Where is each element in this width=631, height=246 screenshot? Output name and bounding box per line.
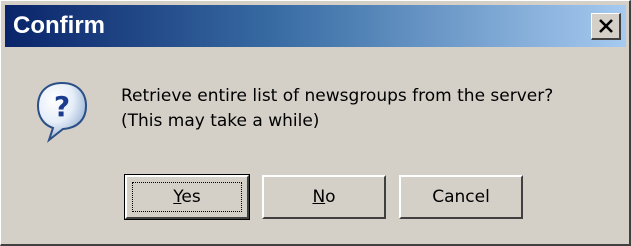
- no-button-label: No: [312, 187, 335, 207]
- cancel-button-label: Cancel: [432, 187, 490, 207]
- close-icon: [599, 19, 613, 33]
- yes-label-rest: es: [181, 187, 201, 207]
- close-button[interactable]: [591, 13, 621, 40]
- no-accelerator: N: [312, 187, 326, 207]
- message-text: Retrieve entire list of newsgroups from …: [121, 84, 553, 134]
- question-icon: ?: [35, 80, 89, 144]
- title-bar[interactable]: Confirm: [5, 5, 626, 47]
- cancel-button[interactable]: Cancel: [399, 175, 523, 219]
- confirm-dialog: Confirm ? Retrieve entire list of newsgr…: [0, 0, 631, 246]
- yes-button-label: Yes: [173, 187, 200, 207]
- message-line-2: (This may take a while): [121, 111, 320, 131]
- message-line-1: Retrieve entire list of newsgroups from …: [121, 86, 554, 106]
- no-button[interactable]: No: [262, 175, 386, 219]
- svg-text:?: ?: [54, 90, 70, 123]
- no-label-rest: o: [325, 187, 336, 207]
- window-title: Confirm: [13, 12, 105, 39]
- yes-button[interactable]: Yes: [124, 174, 250, 220]
